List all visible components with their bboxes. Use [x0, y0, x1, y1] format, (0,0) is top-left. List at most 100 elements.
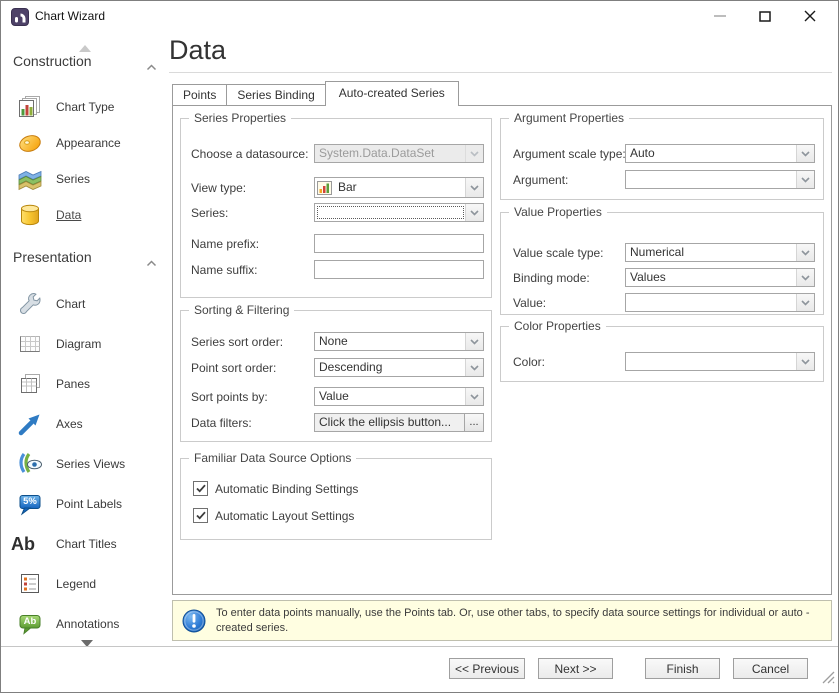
series-sort-order-label: Series sort order:: [191, 335, 283, 349]
value-properties-group: Value Properties Value scale type: Numer…: [500, 212, 824, 315]
series-icon: [17, 166, 43, 192]
resize-grip[interactable]: [821, 670, 835, 689]
value-scale-type-label: Value scale type:: [513, 246, 604, 260]
collapse-chevron-icon: [146, 254, 157, 270]
annotations-icon-text: Ab: [17, 616, 43, 627]
sidebar-item-label: Series: [56, 164, 90, 194]
sidebar-item-label: Appearance: [56, 128, 121, 158]
binding-mode-select[interactable]: Values: [625, 268, 815, 287]
sidebar-item-appearance[interactable]: Appearance: [1, 128, 171, 158]
sidebar-item-series-views[interactable]: Series Views: [1, 449, 171, 479]
sidebar-item-label: Diagram: [56, 329, 101, 359]
sidebar-item-chart[interactable]: Chart: [1, 289, 171, 319]
sidebar-item-panes[interactable]: Panes: [1, 369, 171, 399]
group-title: Color Properties: [509, 319, 606, 333]
series-value: [315, 204, 465, 221]
chevron-down-icon: [796, 244, 814, 261]
info-text: To enter data points manually, use the P…: [216, 606, 821, 636]
chevron-down-icon: [465, 388, 483, 405]
sidebar-item-series[interactable]: Series: [1, 164, 171, 194]
previous-button[interactable]: << Previous: [449, 658, 525, 679]
close-button[interactable]: [787, 1, 832, 31]
chevron-down-icon: [796, 171, 814, 188]
sidebar-item-chart-type[interactable]: Chart Type: [1, 92, 171, 122]
automatic-layout-settings-checkbox[interactable]: Automatic Layout Settings: [193, 508, 354, 523]
sort-points-by-select[interactable]: Value: [314, 387, 484, 406]
sidebar-item-axes[interactable]: Axes: [1, 409, 171, 439]
point-labels-icon: 5%: [17, 491, 43, 517]
chart-type-icon: [17, 94, 43, 120]
sidebar-item-label: Chart Titles: [56, 529, 117, 559]
group-title: Value Properties: [509, 205, 607, 219]
argument-scale-type-select[interactable]: Auto: [625, 144, 815, 163]
data-filters-ellipsis-button[interactable]: ...: [464, 414, 483, 431]
point-sort-order-value: Descending: [315, 359, 465, 376]
section-presentation-label: Presentation: [13, 249, 92, 265]
section-construction[interactable]: Construction: [13, 53, 159, 73]
series-sort-order-value: None: [315, 333, 465, 350]
chevron-down-icon: [796, 353, 814, 370]
legend-icon: [17, 571, 43, 597]
chart-titles-icon: Ab: [11, 531, 37, 557]
value-scale-type-value: Numerical: [626, 244, 796, 261]
color-select[interactable]: [625, 352, 815, 371]
series-sort-order-select[interactable]: None: [314, 332, 484, 351]
familiar-options-group: Familiar Data Source Options Automatic B…: [180, 458, 492, 540]
sidebar-item-diagram[interactable]: Diagram: [1, 329, 171, 359]
chart-wizard-window: Chart Wizard Construction: [0, 0, 839, 693]
choose-datasource-select: System.Data.DataSet: [314, 144, 484, 163]
sort-points-by-value: Value: [315, 388, 465, 405]
info-icon: [181, 608, 207, 634]
binding-mode-value: Values: [626, 269, 796, 286]
binding-mode-label: Binding mode:: [513, 271, 590, 285]
data-filters-label: Data filters:: [191, 416, 252, 430]
sidebar-item-label: Panes: [56, 369, 90, 399]
cancel-button[interactable]: Cancel: [733, 658, 808, 679]
argument-select[interactable]: [625, 170, 815, 189]
view-type-value: Bar: [334, 178, 465, 197]
sidebar-item-data[interactable]: Data: [1, 200, 171, 230]
chevron-down-icon: [465, 145, 483, 162]
annotations-icon: Ab: [17, 611, 43, 637]
title-bar[interactable]: Chart Wizard: [1, 1, 838, 33]
next-button[interactable]: Next >>: [538, 658, 613, 679]
maximize-button[interactable]: [742, 1, 787, 31]
finish-button[interactable]: Finish: [645, 658, 720, 679]
value-scale-type-select[interactable]: Numerical: [625, 243, 815, 262]
collapse-chevron-icon: [146, 58, 157, 74]
name-suffix-input[interactable]: [314, 260, 484, 279]
section-presentation[interactable]: Presentation: [13, 249, 159, 269]
color-properties-group: Color Properties Color:: [500, 326, 824, 382]
checkbox-checked-icon: [193, 508, 208, 523]
group-title: Familiar Data Source Options: [189, 451, 356, 465]
view-type-select[interactable]: Bar: [314, 177, 484, 198]
page-title: Data: [169, 35, 226, 66]
sidebar-item-legend[interactable]: Legend: [1, 569, 171, 599]
appearance-icon: [17, 130, 43, 156]
chevron-down-icon: [465, 359, 483, 376]
sidebar-scroll-down-icon[interactable]: [81, 634, 93, 652]
series-select[interactable]: [314, 203, 484, 222]
checkbox-label: Automatic Binding Settings: [215, 482, 358, 496]
tab-points[interactable]: Points: [172, 84, 227, 106]
data-filters-field: Click the ellipsis button... ...: [314, 413, 484, 432]
group-title: Series Properties: [189, 111, 291, 125]
tab-strip: Points Series Binding Auto-created Serie…: [172, 81, 458, 106]
argument-properties-group: Argument Properties Argument scale type:…: [500, 118, 824, 200]
name-suffix-label: Name suffix:: [191, 263, 257, 277]
automatic-binding-settings-checkbox[interactable]: Automatic Binding Settings: [193, 481, 358, 496]
point-sort-order-label: Point sort order:: [191, 361, 276, 375]
point-sort-order-select[interactable]: Descending: [314, 358, 484, 377]
tab-auto-created-series[interactable]: Auto-created Series: [325, 81, 459, 106]
sidebar-item-label: Chart: [56, 289, 85, 319]
tab-series-binding[interactable]: Series Binding: [226, 84, 325, 106]
sidebar-item-point-labels[interactable]: 5% Point Labels: [1, 489, 171, 519]
series-views-icon: [17, 451, 43, 477]
datasource-label: Choose a datasource:: [191, 147, 308, 161]
window-title: Chart Wizard: [35, 1, 105, 32]
name-prefix-input[interactable]: [314, 234, 484, 253]
bar-view-icon: [315, 178, 334, 197]
value-select[interactable]: [625, 293, 815, 312]
sidebar-item-label: Axes: [56, 409, 83, 439]
sidebar-item-chart-titles[interactable]: Ab Chart Titles: [1, 529, 171, 559]
